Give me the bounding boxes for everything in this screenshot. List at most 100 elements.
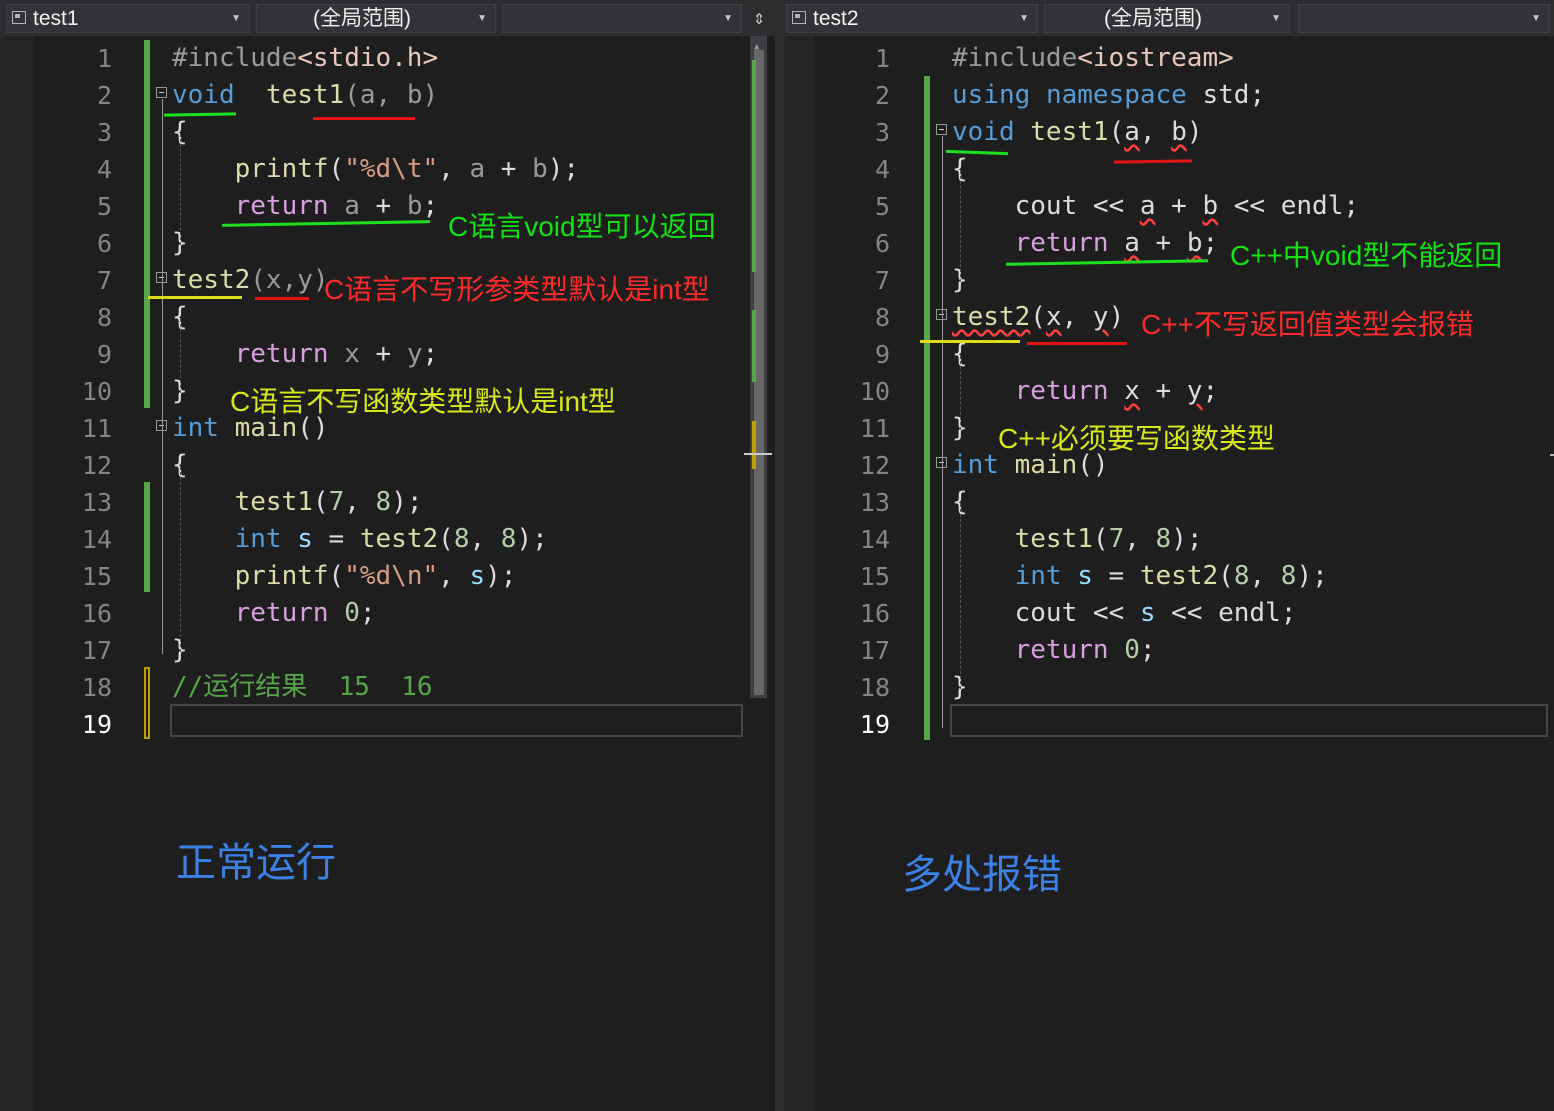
line-number: 4 [96,155,112,184]
code-line[interactable]: void test1(a, b) [172,77,438,114]
code-token: ); [516,524,548,554]
code-token: s [1139,598,1156,628]
indent-guide [960,504,961,689]
code-token: ); [1171,524,1203,554]
annotation-underline [920,340,1020,343]
fold-range-line [162,99,163,284]
code-token: 8 [453,524,470,554]
code-line[interactable]: test2(x, y) [952,299,1124,336]
code-token: namespace [1045,80,1187,110]
code-token: using [952,80,1031,110]
code-token: test1 [234,487,313,517]
code-token: void [172,80,235,110]
line-number: 1 [874,44,890,73]
line-number: 11 [81,414,112,443]
code-token: #include [952,43,1078,73]
code-line[interactable]: cout << s << endl; [952,595,1297,632]
code-token: std; [1186,80,1266,110]
code-line[interactable]: #include<stdio.h> [172,40,438,77]
error-squiggle-token: y [1092,302,1109,332]
change-bar-saved [924,76,930,740]
code-token: + [1155,191,1203,221]
code-line[interactable]: void test1(a, b) [952,114,1203,151]
line-number: 7 [96,266,112,295]
code-token: , [1124,524,1156,554]
code-token: s [469,561,486,591]
code-token: int [952,450,999,480]
line-number: 19 [81,710,112,739]
code-line[interactable]: using namespace std; [952,77,1265,114]
code-line[interactable]: return 0; [952,632,1156,669]
code-token: 8 [1155,524,1172,554]
error-squiggle-token: b [1171,117,1187,147]
code-token: , [1061,302,1093,332]
code-line[interactable]: return 0; [172,595,376,632]
code-token: 8 [1280,561,1297,591]
code-token: return [1014,228,1109,258]
fold-range-line [942,469,943,728]
code-token: ( [1030,302,1046,332]
code-line[interactable]: test1(7, 8); [952,521,1203,558]
code-token: ( [438,524,454,554]
code-token: , [438,561,470,591]
line-number: 3 [96,118,112,147]
line-number: 15 [859,562,890,591]
code-line[interactable]: return a + b; [172,188,439,225]
line-number: 1 [96,44,112,73]
code-line[interactable]: int s = test2(8, 8); [952,558,1328,595]
vertical-scrollbar[interactable]: ▲ [744,36,772,698]
line-number: 11 [859,414,890,443]
code-token: test2 [172,265,251,295]
scroll-up-arrow[interactable]: ▲ [754,42,759,52]
code-line[interactable]: cout << a + b << endl; [952,188,1359,225]
code-token: ); [1296,561,1328,591]
line-number: 9 [96,340,112,369]
code-token: + [485,154,533,184]
code-line[interactable]: //运行结果 15 16 [172,669,433,706]
code-line[interactable]: test2(x,y) [172,262,329,299]
code-token: //运行结果 15 16 [172,672,433,702]
fold-range-line [162,432,163,654]
code-line[interactable]: printf("%d\t", a + b); [172,151,579,188]
code-token: b [406,191,423,221]
line-number: 17 [859,636,890,665]
code-area[interactable]: 1 #include<iostream> 2 using namespace std;… [784,0,1554,1111]
split-divider[interactable] [775,0,784,1111]
error-squiggle-token: test2 [952,302,1031,332]
current-line-highlight [170,704,743,737]
collapse-toggle-icon[interactable] [156,87,167,98]
line-number: 19 [859,710,890,739]
code-line[interactable]: printf("%d\n", s); [172,558,517,595]
code-token: 8 [375,487,392,517]
code-token: printf [234,561,329,591]
indent-guide [180,319,181,393]
code-token: ); [391,487,423,517]
line-number: 14 [81,525,112,554]
annotation-text: C语言不写函数类型默认是int型 [230,386,616,417]
code-line[interactable]: return x + y; [952,373,1219,410]
code-line[interactable]: #include<iostream> [952,40,1234,77]
annotation-underline [313,117,415,120]
code-area[interactable]: 1 #include<stdio.h> 2 void test1(a, b) 3{4 p… [0,0,775,1111]
left-editor-pane: test1 ▼ (全局范围) ▼ ▼ ⇕ 1 #include<stdio.h> 2… [0,0,775,1111]
code-line[interactable]: return x + y; [172,336,439,373]
code-token: s [1077,561,1093,591]
code-line[interactable]: test1(7, 8); [172,484,423,521]
collapse-toggle-icon[interactable] [936,124,947,135]
fold-range-line [162,284,163,432]
code-line[interactable]: int s = test2(8, 8); [172,521,548,558]
code-line[interactable]: return a + b; [952,225,1219,262]
code-token: ( [1092,524,1109,554]
